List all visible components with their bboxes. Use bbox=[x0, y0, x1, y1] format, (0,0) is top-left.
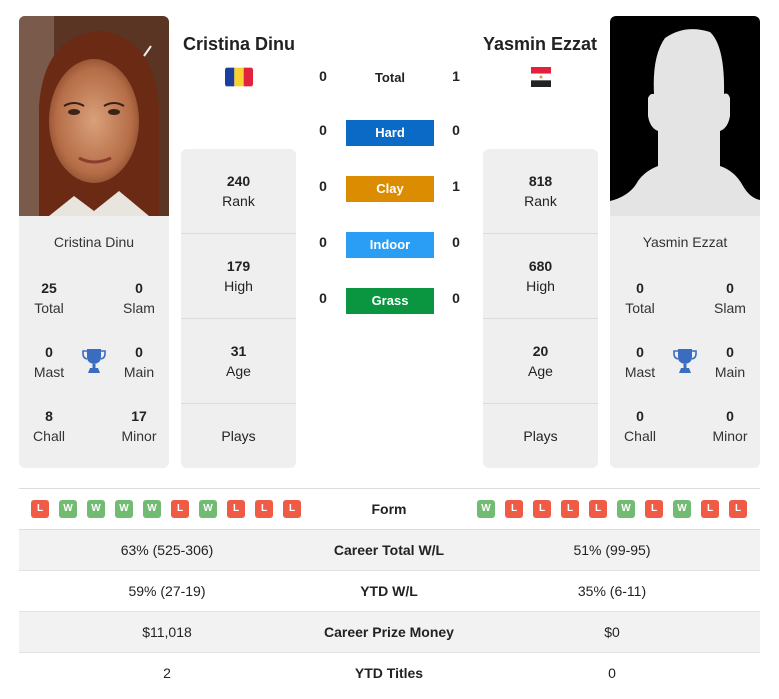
player2-titles-mast: 0 Mast bbox=[624, 344, 656, 380]
trophy-icon bbox=[673, 349, 697, 373]
player1-titles-mast: 0 Mast bbox=[33, 344, 65, 380]
h2h-total-p1: 0 bbox=[319, 68, 327, 84]
player2-plays: Plays bbox=[523, 428, 558, 444]
player2-age: 20 Age bbox=[483, 319, 598, 404]
player2-titles-total: 0 Total bbox=[625, 280, 655, 316]
form-badge-loss[interactable]: L bbox=[227, 500, 245, 518]
h2h-clay-row: 0 Clay 1 bbox=[300, 176, 480, 202]
player1-photo[interactable] bbox=[19, 16, 169, 216]
form-badge-loss[interactable]: L bbox=[561, 500, 579, 518]
form-badge-win[interactable]: W bbox=[199, 500, 217, 518]
comparison-row-ytd-wl: 59% (27-19) YTD W/L 35% (6-11) bbox=[19, 571, 760, 612]
player1-form-badges: LWWWWLWLLL bbox=[31, 500, 301, 518]
player1-card: Cristina Dinu 25 Total 0 Slam 0 Mast 0 M… bbox=[19, 16, 169, 468]
player1-titles-total: 25 Total bbox=[34, 280, 64, 316]
player1-stats: 240 Rank 179 High 31 Age Plays bbox=[181, 149, 296, 468]
player2-titles-slam: 0 Slam bbox=[714, 280, 746, 316]
form-badge-loss[interactable]: L bbox=[729, 500, 747, 518]
form-badge-win[interactable]: W bbox=[477, 500, 495, 518]
player2-form-badges: WLLLLWLWLL bbox=[477, 500, 747, 518]
form-badge-loss[interactable]: L bbox=[171, 500, 189, 518]
player2-stats: 818 Rank 680 High 20 Age Plays bbox=[483, 149, 598, 468]
form-badge-loss[interactable]: L bbox=[31, 500, 49, 518]
surface-hard-button[interactable]: Hard bbox=[346, 120, 434, 146]
form-badge-loss[interactable]: L bbox=[283, 500, 301, 518]
h2h-hard-row: 0 Hard 0 bbox=[300, 120, 480, 146]
player2-titles-chall: 0 Chall bbox=[624, 408, 656, 444]
player1-high: 179 High bbox=[181, 234, 296, 319]
surface-grass-button[interactable]: Grass bbox=[346, 288, 434, 314]
player2-titles-minor: 0 Minor bbox=[712, 408, 748, 444]
player1-card-name: Cristina Dinu bbox=[53, 234, 135, 250]
form-badge-loss[interactable]: L bbox=[505, 500, 523, 518]
player2-card: Yasmin Ezzat 0 Total 0 Slam 0 Mast 0 Mai… bbox=[610, 16, 760, 468]
player2-card-name: Yasmin Ezzat bbox=[642, 234, 728, 250]
player2-name[interactable]: Yasmin Ezzat bbox=[470, 34, 610, 55]
form-badge-loss[interactable]: L bbox=[701, 500, 719, 518]
player1-name[interactable]: Cristina Dinu bbox=[169, 34, 309, 55]
player1-titles-minor: 17 Minor bbox=[121, 408, 157, 444]
player2-high: 680 High bbox=[483, 234, 598, 319]
form-badge-loss[interactable]: L bbox=[255, 500, 273, 518]
comparison-row-prize-money: $11,018 Career Prize Money $0 bbox=[19, 612, 760, 653]
h2h-grass-row: 0 Grass 0 bbox=[300, 288, 480, 314]
form-badge-loss[interactable]: L bbox=[645, 500, 663, 518]
h2h-total-p2: 1 bbox=[452, 68, 460, 84]
form-badge-win[interactable]: W bbox=[115, 500, 133, 518]
h2h-indoor-row: 0 Indoor 0 bbox=[300, 232, 480, 258]
player1-plays: Plays bbox=[221, 428, 256, 444]
h2h-total-label: Total bbox=[374, 70, 406, 85]
form-badge-loss[interactable]: L bbox=[533, 500, 551, 518]
form-badge-loss[interactable]: L bbox=[589, 500, 607, 518]
romania-flag-icon bbox=[225, 67, 253, 87]
form-badge-win[interactable]: W bbox=[143, 500, 161, 518]
player1-titles-chall: 8 Chall bbox=[33, 408, 65, 444]
form-label: Form bbox=[371, 501, 407, 517]
form-badge-win[interactable]: W bbox=[59, 500, 77, 518]
player1-rank: 240 Rank bbox=[181, 149, 296, 234]
player1-titles-slam: 0 Slam bbox=[123, 280, 155, 316]
egypt-flag-icon bbox=[527, 67, 555, 87]
player1-age: 31 Age bbox=[181, 319, 296, 404]
surface-indoor-button[interactable]: Indoor bbox=[346, 232, 434, 258]
surface-clay-button[interactable]: Clay bbox=[346, 176, 434, 202]
comparison-row-career-wl: 63% (525-306) Career Total W/L 51% (99-9… bbox=[19, 530, 760, 571]
form-badge-win[interactable]: W bbox=[87, 500, 105, 518]
player2-silhouette-photo[interactable] bbox=[610, 16, 760, 216]
form-row: LWWWWLWLLL Form WLLLLWLWLL bbox=[19, 490, 760, 530]
form-badge-win[interactable]: W bbox=[673, 500, 691, 518]
player1-titles-main: 0 Main bbox=[123, 344, 155, 380]
h2h-total-row: 0 Total 1 bbox=[300, 66, 480, 90]
player2-titles-main: 0 Main bbox=[714, 344, 746, 380]
divider bbox=[19, 488, 760, 489]
comparison-row-ytd-titles: 2 YTD Titles 0 bbox=[163, 665, 616, 681]
trophy-icon bbox=[82, 349, 106, 373]
player2-rank: 818 Rank bbox=[483, 149, 598, 234]
form-badge-win[interactable]: W bbox=[617, 500, 635, 518]
